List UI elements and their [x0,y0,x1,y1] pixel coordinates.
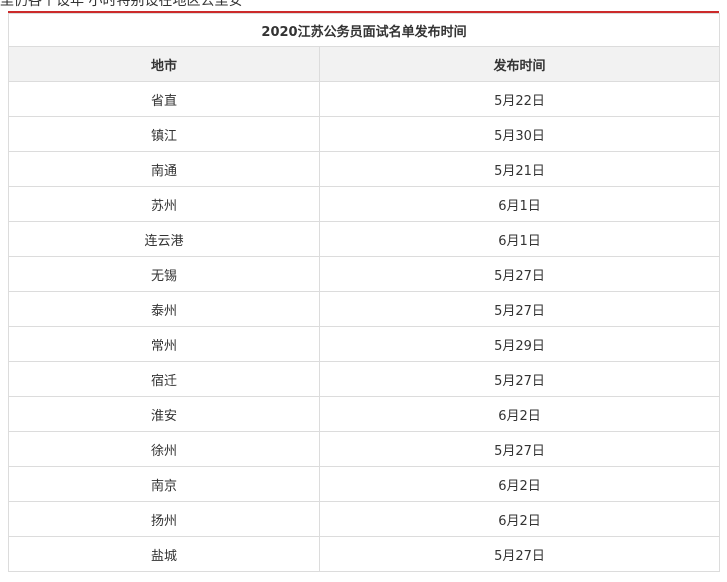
cell-date: 6月2日 [319,396,720,432]
cell-city: 连云港 [8,221,320,257]
schedule-table-container: 2020江苏公务员面试名单发布时间 地市 发布时间 省直 5月22日 镇江 5月30日… [8,11,720,572]
table-header-row: 地市 发布时间 [8,46,720,82]
cell-date: 6月2日 [319,501,720,537]
cell-city: 镇江 [8,116,320,152]
cell-date: 6月2日 [319,466,720,502]
cell-city: 南通 [8,151,320,187]
cell-city: 盐城 [8,536,320,572]
cell-city: 扬州 [8,501,320,537]
cell-city: 苏州 [8,186,320,222]
cell-city: 泰州 [8,291,320,327]
table-row: 宿迁 5月27日 [8,361,720,397]
table-row: 泰州 5月27日 [8,291,720,327]
cut-off-text: 里仍各个设年 小时特别设在地区公里安 [0,0,243,9]
table-row: 盐城 5月27日 [8,536,720,572]
cell-date: 5月27日 [319,536,720,572]
cell-city: 淮安 [8,396,320,432]
column-header-date: 发布时间 [319,46,720,82]
table-row: 连云港 6月1日 [8,221,720,257]
cell-date: 5月27日 [319,291,720,327]
cell-city: 常州 [8,326,320,362]
table-row: 南京 6月2日 [8,466,720,502]
table-row: 镇江 5月30日 [8,116,720,152]
cell-city: 无锡 [8,256,320,292]
cell-city: 省直 [8,81,320,117]
cell-date: 5月30日 [319,116,720,152]
table-caption-row: 2020江苏公务员面试名单发布时间 [8,13,720,47]
cell-date: 5月22日 [319,81,720,117]
cell-date: 6月1日 [319,186,720,222]
table-row: 扬州 6月2日 [8,501,720,537]
table-row: 无锡 5月27日 [8,256,720,292]
table-row: 苏州 6月1日 [8,186,720,222]
cell-date: 5月27日 [319,256,720,292]
cell-city: 徐州 [8,431,320,467]
schedule-table: 2020江苏公务员面试名单发布时间 地市 发布时间 省直 5月22日 镇江 5月30日… [8,13,720,572]
table-row: 淮安 6月2日 [8,396,720,432]
table-row: 常州 5月29日 [8,326,720,362]
cell-date: 6月1日 [319,221,720,257]
cell-date: 5月27日 [319,361,720,397]
cell-city: 南京 [8,466,320,502]
cell-city: 宿迁 [8,361,320,397]
table-row: 省直 5月22日 [8,81,720,117]
cell-date: 5月29日 [319,326,720,362]
cell-date: 5月27日 [319,431,720,467]
column-header-city: 地市 [8,46,320,82]
table-caption: 2020江苏公务员面试名单发布时间 [8,13,720,47]
cell-date: 5月21日 [319,151,720,187]
table-row: 南通 5月21日 [8,151,720,187]
table-row: 徐州 5月27日 [8,431,720,467]
